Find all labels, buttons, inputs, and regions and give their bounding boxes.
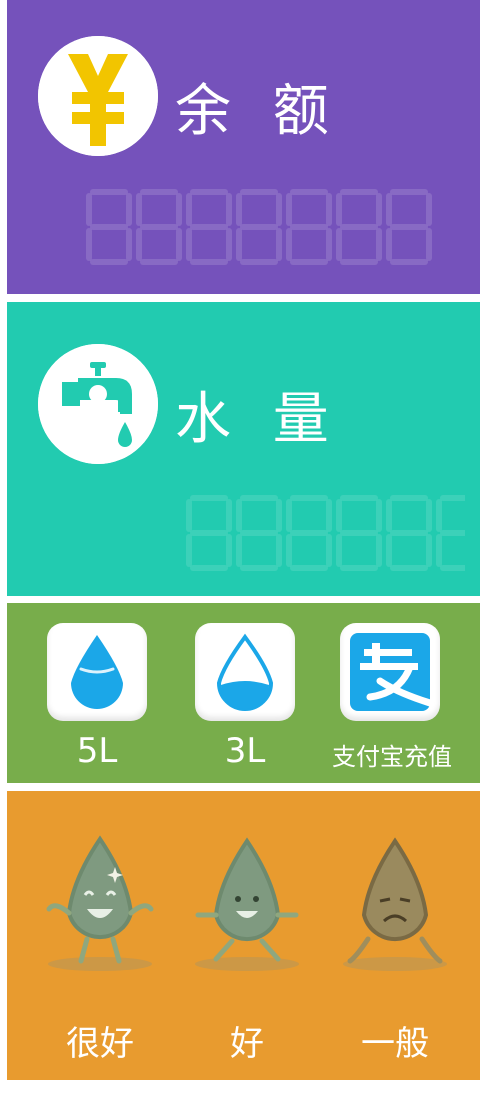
water-title: 水 量: [175, 387, 341, 452]
water-drop-full-icon: [71, 635, 123, 709]
rate-good-button[interactable]: 好: [182, 831, 312, 1101]
water-lcd-display: [186, 495, 465, 571]
purchase-panel: 5L 3L 支付宝充值: [7, 603, 480, 783]
happy-drop-icon: [46, 835, 154, 971]
rating-panel: 很好 好 一般: [7, 791, 480, 1080]
water-drop-half-icon: [216, 633, 274, 711]
water-volume-panel: 水 量: [7, 302, 480, 596]
smile-drop-icon: [195, 837, 299, 971]
buy-5l-button[interactable]: [47, 623, 147, 721]
alipay-recharge-button[interactable]: [340, 623, 440, 721]
rate-very-good-button[interactable]: 很好: [35, 831, 165, 1101]
rate-average-button[interactable]: 一般: [330, 831, 460, 1101]
buy-3l-button[interactable]: [195, 623, 295, 721]
balance-lcd-display: [86, 189, 432, 265]
buy-5l-label: 5L: [76, 731, 118, 771]
alipay-icon: [350, 633, 434, 711]
sad-drop-icon: [343, 837, 447, 971]
yen-icon: [38, 36, 158, 156]
balance-title: 余 额: [175, 79, 341, 144]
alipay-recharge-label: 支付宝充值: [332, 743, 452, 771]
buy-3l-label: 3L: [224, 731, 266, 771]
faucet-icon: [38, 344, 158, 464]
rate-very-good-label: 很好: [66, 1024, 134, 1064]
rate-average-label: 一般: [361, 1024, 429, 1064]
balance-panel: 余 额: [7, 0, 480, 294]
rate-good-label: 好: [230, 1024, 264, 1064]
